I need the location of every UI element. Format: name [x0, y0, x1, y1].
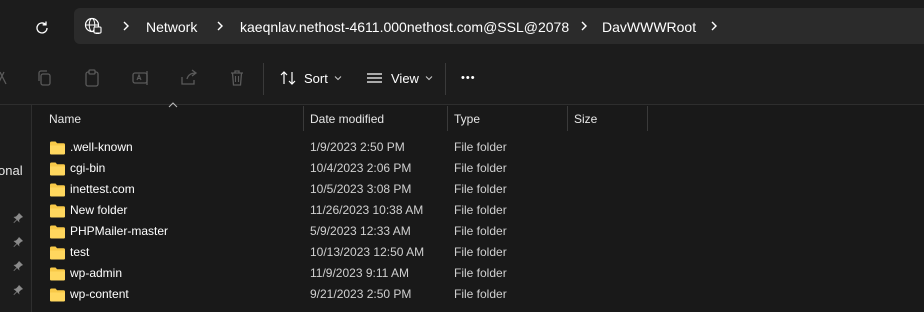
- chevron-right-icon[interactable]: [214, 19, 226, 33]
- pin-icon[interactable]: [12, 284, 24, 296]
- address-row: Network kaeqnlav.nethost-4611.000nethost…: [0, 0, 924, 54]
- file-row[interactable]: wp-admin 11/9/2023 9:11 AM File folder: [32, 263, 924, 284]
- chevron-down-icon: [334, 76, 342, 81]
- copy-icon[interactable]: [35, 68, 55, 88]
- sort-icon: [280, 71, 296, 85]
- network-globe-icon: [84, 17, 102, 35]
- command-bar: Sort View •••: [0, 54, 924, 105]
- column-divider[interactable]: [647, 106, 648, 131]
- file-date-modified: 10/4/2023 2:06 PM: [310, 161, 412, 175]
- folder-icon: [49, 203, 66, 218]
- file-date-modified: 5/9/2023 12:33 AM: [310, 224, 411, 238]
- folder-icon: [49, 161, 66, 176]
- breadcrumb-network[interactable]: Network: [146, 18, 197, 36]
- column-header-date[interactable]: Date modified: [310, 107, 384, 131]
- folder-icon: [49, 287, 66, 302]
- file-type: File folder: [454, 287, 507, 301]
- share-icon[interactable]: [179, 68, 199, 88]
- file-name: cgi-bin: [70, 161, 106, 175]
- file-name: PHPMailer-master: [70, 224, 169, 238]
- sort-label: Sort: [304, 70, 328, 86]
- folder-icon: [49, 266, 66, 281]
- file-row[interactable]: New folder 11/26/2023 10:38 AM File folder: [32, 200, 924, 221]
- chevron-right-icon[interactable]: [120, 19, 132, 33]
- file-name: inettest.com: [70, 182, 135, 196]
- file-date-modified: 10/5/2023 3:08 PM: [310, 182, 412, 196]
- column-divider[interactable]: [447, 106, 448, 131]
- rename-icon[interactable]: [131, 68, 151, 88]
- paste-icon[interactable]: [82, 68, 102, 88]
- toolbar-divider: [263, 63, 264, 95]
- pin-icon[interactable]: [12, 212, 24, 224]
- file-row[interactable]: PHPMailer-master 5/9/2023 12:33 AM File fo…: [32, 221, 924, 242]
- file-type: File folder: [454, 161, 507, 175]
- file-row[interactable]: cgi-bin 10/4/2023 2:06 PM File folder: [32, 158, 924, 179]
- folder-icon: [49, 140, 66, 155]
- file-row[interactable]: wp-content 9/21/2023 2:50 PM File folder: [32, 284, 924, 305]
- column-divider[interactable]: [567, 106, 568, 131]
- file-date-modified: 9/21/2023 2:50 PM: [310, 287, 412, 301]
- chevron-right-icon[interactable]: [578, 19, 590, 33]
- file-name: .well-known: [70, 140, 133, 154]
- address-bar[interactable]: Network kaeqnlav.nethost-4611.000nethost…: [74, 8, 924, 44]
- file-type: File folder: [454, 245, 507, 259]
- chevron-down-icon: [425, 76, 433, 81]
- file-type: File folder: [454, 182, 507, 196]
- sort-ascending-icon: [168, 102, 178, 108]
- file-date-modified: 1/9/2023 2:50 PM: [310, 140, 405, 154]
- folder-icon: [49, 224, 66, 239]
- view-list-icon: [367, 73, 382, 83]
- file-date-modified: 10/13/2023 12:50 AM: [310, 245, 425, 259]
- file-name: wp-content: [70, 287, 129, 301]
- file-row[interactable]: inettest.com 10/5/2023 3:08 PM File folder: [32, 179, 924, 200]
- more-options-button[interactable]: •••: [461, 67, 476, 89]
- delete-icon[interactable]: [227, 68, 247, 88]
- file-name: wp-admin: [70, 266, 123, 280]
- file-date-modified: 11/9/2023 9:11 AM: [310, 266, 409, 280]
- file-type: File folder: [454, 203, 507, 217]
- pin-icon[interactable]: [12, 260, 24, 272]
- breadcrumb-davwwwroot[interactable]: DavWWWRoot: [602, 18, 696, 36]
- file-name: New folder: [70, 203, 128, 217]
- view-label: View: [391, 70, 419, 86]
- file-type: File folder: [454, 266, 507, 280]
- toolbar-divider: [445, 63, 446, 95]
- nav-item-personal[interactable]: onal: [0, 163, 23, 178]
- column-divider[interactable]: [303, 106, 304, 131]
- file-type: File folder: [454, 224, 507, 238]
- pin-icon[interactable]: [12, 236, 24, 248]
- folder-icon: [49, 182, 66, 197]
- file-row[interactable]: test 10/13/2023 12:50 AM File folder: [32, 242, 924, 263]
- folder-icon: [49, 245, 66, 260]
- navigation-pane: onal: [0, 105, 32, 312]
- file-name: test: [70, 245, 90, 259]
- breadcrumb-host[interactable]: kaeqnlav.nethost-4611.000nethost.com@SSL…: [240, 18, 569, 36]
- file-row[interactable]: .well-known 1/9/2023 2:50 PM File folder: [32, 137, 924, 158]
- chevron-right-icon[interactable]: [708, 19, 720, 33]
- column-header-type[interactable]: Type: [454, 107, 480, 131]
- file-date-modified: 11/26/2023 10:38 AM: [310, 203, 424, 217]
- sort-button[interactable]: Sort: [280, 67, 350, 89]
- cut-icon[interactable]: [0, 68, 12, 88]
- view-button[interactable]: View: [366, 67, 441, 89]
- refresh-icon[interactable]: [30, 16, 54, 40]
- column-header-name[interactable]: Name: [49, 107, 81, 131]
- file-type: File folder: [454, 140, 507, 154]
- column-header-size[interactable]: Size: [574, 107, 597, 131]
